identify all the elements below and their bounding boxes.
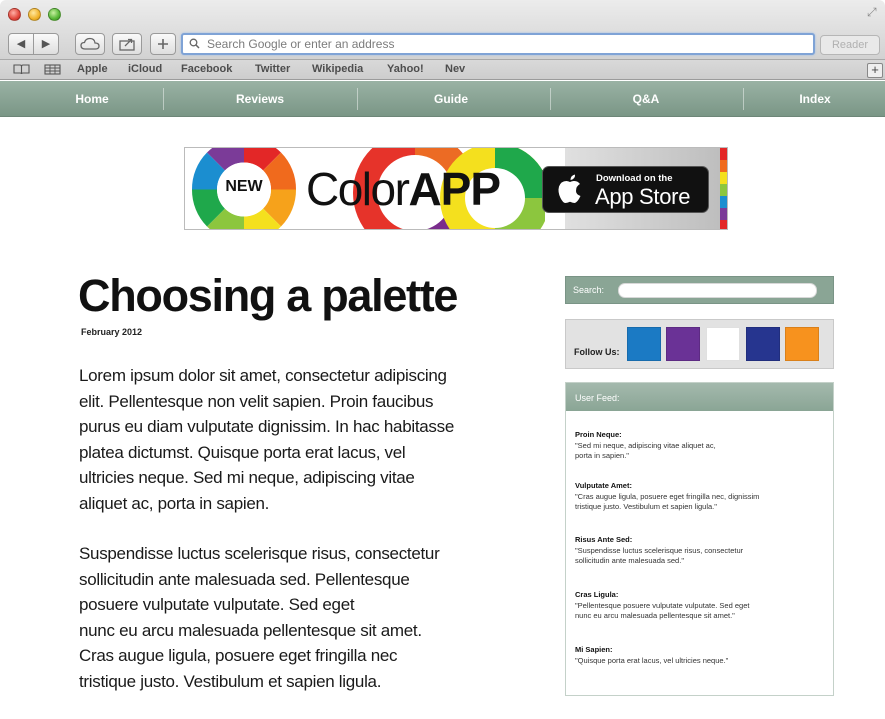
top-sites-icon[interactable] bbox=[44, 64, 61, 75]
paragraph-line: elit. Pellentesque non velit sapien. Pro… bbox=[79, 391, 434, 411]
feed-entry: Cras Ligula: "Pellentesque posuere vulpu… bbox=[575, 590, 827, 621]
share-icon bbox=[119, 38, 135, 51]
feed-entry-quote: "Quisque porta erat lacus, vel ultricies… bbox=[575, 656, 729, 665]
follow-swatch-navy[interactable] bbox=[746, 327, 780, 361]
bookmark-wikipedia[interactable]: Wikipedia bbox=[312, 63, 363, 75]
nav-divider bbox=[550, 88, 551, 110]
icloud-tabs-button[interactable] bbox=[75, 33, 105, 55]
reading-list-icon[interactable] bbox=[13, 64, 30, 75]
paragraph-line: ultricies neque. Sed mi neque, adipiscin… bbox=[79, 468, 415, 487]
forward-button[interactable]: ▶ bbox=[33, 33, 59, 55]
new-label: NEW bbox=[225, 178, 263, 195]
feed-entry-quote: "Suspendisse luctus scelerisque risus, c… bbox=[575, 546, 744, 555]
feed-entry-quote: tristique justo. Vestibulum et sapien li… bbox=[575, 502, 717, 511]
feed-entry-name: Mi Sapien: bbox=[575, 645, 613, 654]
follow-swatch-blue[interactable] bbox=[627, 327, 661, 361]
nav-divider bbox=[163, 88, 164, 110]
feed-entry-quote: "Cras augue ligula, posuere eget fringil… bbox=[575, 492, 760, 501]
article-title: Choosing a palette bbox=[78, 270, 458, 321]
site-search-input[interactable] bbox=[618, 283, 817, 298]
follow-us-label: Follow Us: bbox=[574, 347, 620, 357]
address-input[interactable] bbox=[207, 36, 807, 52]
follow-swatch-white[interactable] bbox=[706, 327, 740, 361]
badge-big-text: App Store bbox=[595, 184, 691, 209]
paragraph-line: tristique justo. Vestibulum et sapien li… bbox=[79, 671, 382, 691]
app-store-badge[interactable]: Download on the App Store bbox=[542, 166, 709, 213]
colorapp-title-light: Color bbox=[306, 163, 410, 215]
apple-logo-icon bbox=[558, 174, 581, 203]
site-search: Search: bbox=[565, 276, 834, 304]
bookmark-news[interactable]: Nev bbox=[445, 63, 465, 75]
browser-toolbar: ⤢ ◀ ▶ Reader bbox=[0, 0, 885, 60]
bookmark-facebook[interactable]: Facebook bbox=[181, 63, 232, 75]
feed-entry-quote: "Pellentesque posuere vulputate vulputat… bbox=[575, 601, 750, 610]
follow-swatch-purple[interactable] bbox=[666, 327, 700, 361]
plus-icon bbox=[158, 39, 168, 49]
back-button[interactable]: ◀ bbox=[8, 33, 34, 55]
feed-entry-name: Vulputate Amet: bbox=[575, 481, 632, 490]
minimize-window-button[interactable] bbox=[28, 8, 41, 21]
feed-entry-quote: sollicitudin ante malesuada sed." bbox=[575, 556, 684, 565]
follow-us-panel: Follow Us: bbox=[565, 319, 834, 369]
paragraph-line: aliquet ac, porta in sapien. bbox=[79, 493, 270, 513]
paragraph-line: sollicitudin ante malesuada sed. Pellent… bbox=[79, 569, 410, 589]
paragraph-line: purus eu diam vulputate dignissim. In ha… bbox=[79, 417, 454, 436]
nav-reviews[interactable]: Reviews bbox=[218, 81, 302, 117]
feed-entry-quote: "Sed mi neque, adipiscing vitae aliquet … bbox=[575, 441, 716, 450]
article-paragraph-2: Suspendisse luctus scelerisque risus, co… bbox=[79, 541, 509, 694]
feed-entry: Proin Neque: "Sed mi neque, adipiscing v… bbox=[575, 430, 827, 461]
feed-entry-name: Proin Neque: bbox=[575, 430, 622, 439]
nav-qa[interactable]: Q&A bbox=[604, 81, 688, 117]
bookmark-yahoo[interactable]: Yahoo! bbox=[387, 63, 424, 75]
add-bookmark-button[interactable]: + bbox=[867, 63, 883, 78]
feed-entry-name: Cras Ligula: bbox=[575, 590, 619, 599]
user-feed-title: User Feed: bbox=[575, 393, 620, 403]
paragraph-line: Lorem ipsum dolor sit amet, consectetur … bbox=[79, 366, 447, 385]
bookmarks-bar: Apple iCloud Facebook Twitter Wikipedia … bbox=[0, 60, 885, 80]
bookmark-twitter[interactable]: Twitter bbox=[255, 63, 290, 75]
follow-swatch-orange[interactable] bbox=[785, 327, 819, 361]
reader-button[interactable]: Reader bbox=[820, 35, 880, 55]
article-paragraph-1: Lorem ipsum dolor sit amet, consectetur … bbox=[79, 363, 509, 516]
search-icon bbox=[189, 38, 200, 49]
share-button[interactable] bbox=[112, 33, 142, 55]
nav-home[interactable]: Home bbox=[50, 81, 134, 117]
fullscreen-icon[interactable]: ⤢ bbox=[867, 6, 879, 18]
site-search-label: Search: bbox=[573, 285, 605, 295]
site-nav: Home Reviews Guide Q&A Index bbox=[0, 81, 885, 117]
browser-window: ⤢ ◀ ▶ Reader bbox=[0, 0, 885, 719]
feed-entry-quote: nunc eu arcu malesuada pellentesque sit … bbox=[575, 611, 735, 620]
paragraph-line: nunc eu arcu malesuada pellentesque sit … bbox=[79, 620, 422, 640]
user-feed-panel: User Feed: Proin Neque: "Sed mi neque, a… bbox=[565, 382, 834, 696]
colorapp-ad-banner[interactable]: NEW ColorAPP Download on the App Store bbox=[184, 147, 728, 230]
address-bar[interactable] bbox=[181, 33, 815, 55]
rainbow-strip bbox=[720, 148, 727, 229]
paragraph-line: Suspendisse luctus scelerisque risus, co… bbox=[79, 544, 440, 563]
nav-divider bbox=[743, 88, 744, 110]
feed-entry-name: Risus Ante Sed: bbox=[575, 535, 633, 544]
close-window-button[interactable] bbox=[8, 8, 21, 21]
article-date: February 2012 bbox=[81, 327, 143, 337]
feed-entry-quote: porta in sapien." bbox=[575, 451, 629, 460]
paragraph-line: posuere vulputate vulputate. Sed eget bbox=[79, 595, 355, 614]
colorapp-title: ColorAPP bbox=[306, 163, 501, 215]
new-tab-button[interactable] bbox=[150, 33, 176, 55]
zoom-window-button[interactable] bbox=[48, 8, 61, 21]
badge-small-text: Download on the bbox=[596, 173, 673, 184]
feed-entry: Mi Sapien: "Quisque porta erat lacus, ve… bbox=[575, 645, 827, 666]
nav-divider bbox=[357, 88, 358, 110]
paragraph-line: platea dictumst. Quisque porta erat lacu… bbox=[79, 442, 406, 462]
cloud-icon bbox=[80, 37, 100, 50]
nav-guide[interactable]: Guide bbox=[409, 81, 493, 117]
feed-entry: Vulputate Amet: "Cras augue ligula, posu… bbox=[575, 481, 827, 512]
bookmark-icloud[interactable]: iCloud bbox=[128, 63, 162, 75]
user-feed-header: User Feed: bbox=[566, 383, 833, 411]
bookmark-apple[interactable]: Apple bbox=[77, 63, 108, 75]
feed-entry: Risus Ante Sed: "Suspendisse luctus scel… bbox=[575, 535, 827, 566]
paragraph-line: Cras augue ligula, posuere eget fringill… bbox=[79, 646, 398, 665]
colorapp-title-bold: APP bbox=[408, 163, 501, 215]
nav-index[interactable]: Index bbox=[773, 81, 857, 117]
